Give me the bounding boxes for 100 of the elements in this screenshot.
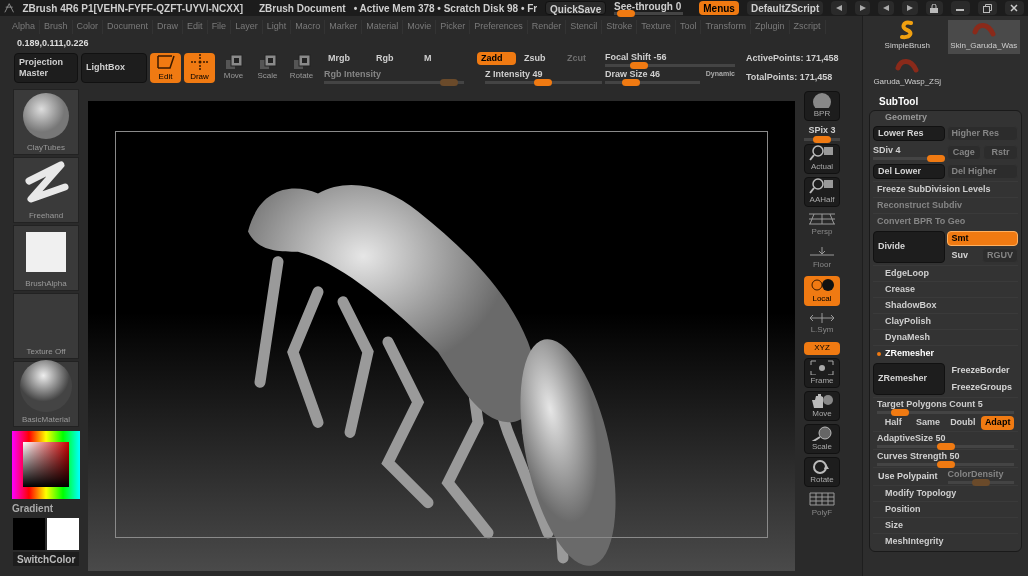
mode-button[interactable]: Edit — [150, 53, 181, 83]
quicksave-button[interactable]: QuickSave — [545, 1, 607, 15]
shelf-button[interactable]: Scale — [804, 423, 840, 454]
toolbar-button[interactable] — [854, 1, 871, 15]
color-mode-button[interactable]: Rgb — [372, 52, 416, 65]
toolbar-button[interactable] — [831, 1, 847, 15]
lock-button[interactable] — [925, 1, 943, 15]
slider-label: Draw Size 46 — [605, 69, 662, 80]
panel-button[interactable]: FreezeBorder — [946, 363, 1018, 378]
shelf-button[interactable]: XYZ — [804, 341, 840, 355]
mode-button[interactable]: Move — [218, 53, 249, 83]
mode-button[interactable]: Draw — [184, 53, 215, 83]
slider-thumb[interactable] — [813, 135, 831, 143]
section-header[interactable]: MeshIntegrity — [873, 533, 1018, 549]
shelf-thumbnail[interactable]: Texture Off — [13, 293, 79, 359]
shelf-button[interactable]: Persp — [804, 209, 840, 240]
panel-button[interactable]: FreezeGroups — [946, 380, 1018, 395]
script-button[interactable]: DefaultZScript — [746, 1, 824, 15]
section-title: Position — [885, 502, 921, 516]
tool-thumbnail[interactable]: Skin_Garuda_Was — [947, 20, 1020, 54]
panel-button[interactable]: Lower Res — [873, 126, 945, 141]
color-mode-button[interactable]: Mrgb — [324, 52, 368, 65]
minimize-button[interactable] — [950, 1, 970, 15]
slider-thumb[interactable] — [926, 155, 945, 162]
tool-thumbnail[interactable]: Garuda_Wasp_ZSj — [871, 56, 944, 90]
restore-button[interactable] — [977, 1, 997, 15]
shelf-button[interactable]: Move — [804, 390, 840, 421]
app-title: ZBrush 4R6 P1[VEHN-FYFF-QZFT-UYVI-NCXX] — [22, 1, 243, 16]
toolbar-button[interactable] — [902, 1, 918, 15]
section-header[interactable]: DynaMesh — [873, 329, 1018, 345]
close-button[interactable] — [1004, 1, 1024, 15]
thumbnail-label: BasicMaterial — [22, 414, 70, 426]
section-header[interactable]: ClayPolish — [873, 313, 1018, 329]
menu-item[interactable]: Render — [527, 20, 567, 34]
section-header[interactable]: EdgeLoop — [873, 265, 1018, 281]
polyframe-icon — [808, 490, 836, 507]
slider-thumb[interactable] — [891, 409, 910, 416]
shelf-thumbnail[interactable]: ClayTubes — [13, 89, 79, 155]
shelf-thumbnail[interactable]: Freehand — [13, 157, 79, 223]
lightbox-button[interactable]: LightBox — [81, 53, 147, 83]
shelf-button[interactable]: Actual — [804, 143, 840, 174]
panel-button[interactable]: Del Lower — [873, 164, 945, 179]
document-title: ZBrush Document — [258, 1, 346, 16]
section-title: ShadowBox — [885, 298, 937, 312]
slider-label: Target Polygons Count 5 — [877, 399, 984, 410]
slider-thumb[interactable] — [936, 461, 955, 468]
shelf-button[interactable]: Rotate — [804, 456, 840, 487]
shelf-thumbnail[interactable]: BasicMaterial — [13, 361, 79, 427]
slider-thumb[interactable] — [621, 79, 640, 86]
menus-button[interactable]: Menus — [699, 1, 739, 15]
option-button[interactable]: Adapt — [981, 416, 1014, 430]
memory-stats: • Active Mem 378 • Scratch Disk 98 • Fr — [353, 1, 538, 16]
section-title: Crease — [885, 282, 916, 296]
panel-button[interactable]: Divide — [873, 231, 945, 263]
color-picker[interactable] — [12, 431, 80, 499]
mode-button[interactable]: Rotate — [286, 53, 317, 83]
panel-button[interactable]: Use Polypaint — [877, 469, 944, 484]
section-header[interactable]: Crease — [873, 281, 1018, 297]
sculpt-mode-button[interactable]: Zadd — [477, 52, 516, 65]
slider-track[interactable] — [804, 137, 840, 141]
section-header[interactable]: Position — [873, 501, 1018, 517]
panel-title[interactable]: SubTool — [863, 94, 1028, 110]
points-readout: ActivePoints: 171,458 — [746, 51, 839, 65]
shelf-button[interactable]: Local — [804, 275, 840, 306]
panel-row[interactable]: Freeze SubDivision Levels — [873, 181, 1018, 197]
sphere-icon — [21, 91, 71, 141]
option-button[interactable]: Doubl — [946, 416, 980, 430]
option-button[interactable]: Same — [911, 416, 945, 430]
section-header[interactable]: Modify Topology — [873, 485, 1018, 501]
shelf-button[interactable]: BPR — [804, 91, 840, 121]
slider-thumb[interactable] — [533, 79, 552, 86]
subpanel-title[interactable]: Geometry — [873, 111, 1018, 124]
slider-thumb[interactable] — [936, 443, 955, 450]
viewport[interactable] — [88, 101, 795, 571]
lock-icon — [930, 3, 939, 13]
color-mode-button[interactable]: M — [420, 52, 464, 65]
panel-button[interactable]: Smt — [946, 231, 1018, 246]
slider-label: SPix 3 — [808, 124, 836, 137]
section-header[interactable]: ShadowBox — [873, 297, 1018, 313]
shelf-button[interactable]: Floor — [804, 242, 840, 273]
slider-thumb[interactable] — [629, 62, 648, 69]
section-header[interactable]: Size — [873, 517, 1018, 533]
section-header[interactable]: ZRemesher — [873, 345, 1018, 361]
secondary-color-swatch[interactable] — [47, 518, 79, 550]
option-button[interactable]: Half — [877, 416, 910, 430]
shelf-button[interactable]: AAHalf — [804, 176, 840, 207]
primary-color-swatch[interactable] — [13, 518, 45, 550]
toolbar-button[interactable] — [878, 1, 894, 15]
mode-button[interactable]: Scale — [252, 53, 283, 83]
switch-color-button[interactable]: SwitchColor — [13, 552, 79, 566]
shelf-button[interactable]: L.Sym — [804, 308, 840, 339]
shelf-button[interactable]: PolyF — [804, 489, 840, 520]
projection-master-button[interactable]: Projection Master — [14, 53, 78, 83]
close-icon — [1010, 4, 1019, 12]
panel-button[interactable]: Suv — [946, 248, 980, 263]
panel-button[interactable]: ZRemesher — [873, 363, 945, 395]
sculpt-mode-button[interactable]: Zsub — [520, 52, 559, 65]
tool-thumbnail[interactable]: SimpleBrush — [871, 20, 944, 54]
shelf-button[interactable]: Frame — [804, 357, 840, 388]
shelf-thumbnail[interactable]: BrushAlpha — [13, 225, 79, 291]
